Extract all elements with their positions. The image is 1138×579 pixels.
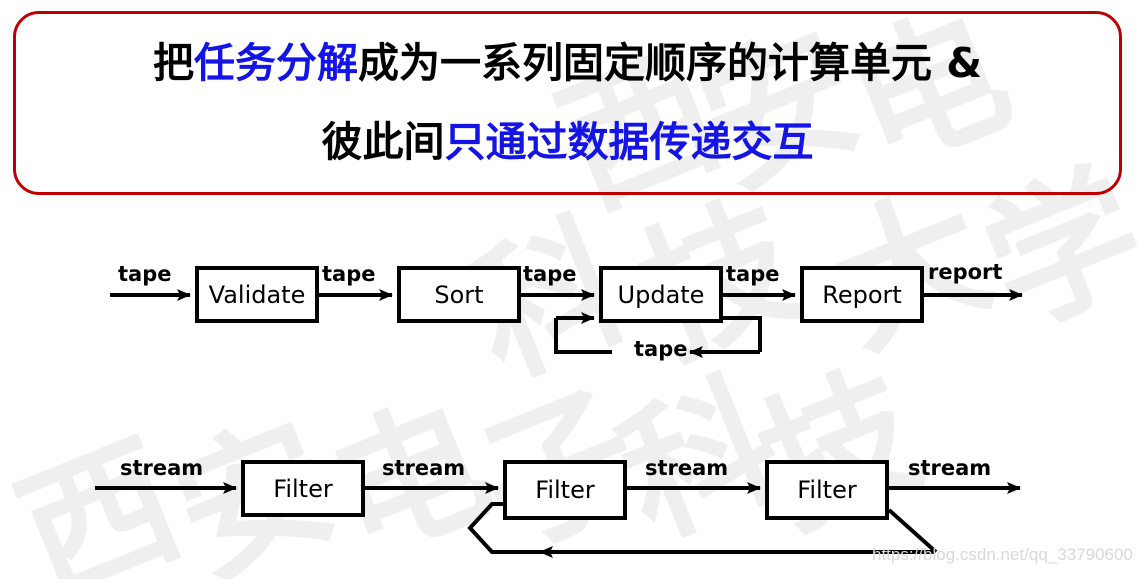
csdn-watermark-url: https://blog.csdn.net/qq_33790600 bbox=[872, 545, 1133, 564]
title-line-1-run-1: 任务分解 bbox=[193, 39, 358, 87]
process-box-validate-0[interactable]: Validate bbox=[195, 266, 319, 323]
diagram-batch-sequential: Validate Sort Update Report tape tape tape tape… bbox=[0, 200, 1138, 390]
process-box-filter-1[interactable]: Filter bbox=[503, 460, 627, 520]
process-box-label: Filter bbox=[535, 476, 595, 504]
process-box-label: Update bbox=[617, 280, 705, 309]
process-box-filter-2[interactable]: Filter bbox=[765, 460, 889, 520]
title-line-2: 彼此间只通过数据传递交互 bbox=[322, 122, 814, 163]
edge-label-stream-3: stream bbox=[908, 456, 992, 480]
process-box-label: Validate bbox=[208, 280, 306, 309]
process-box-label: Filter bbox=[797, 476, 857, 504]
process-box-filter-0[interactable]: Filter bbox=[241, 460, 365, 517]
edge-label-stream-1: stream bbox=[382, 456, 466, 480]
title-line-2-run-0: 彼此间 bbox=[321, 118, 445, 166]
process-box-update-2[interactable]: Update bbox=[599, 266, 723, 323]
title-line-1-run-2: 成为一系列固定顺序的计算单元 & bbox=[357, 39, 983, 87]
process-box-label: Filter bbox=[273, 474, 333, 503]
process-box-label: Sort bbox=[434, 280, 484, 309]
title-line-2-run-1: 只通过数据传递交互 bbox=[444, 118, 814, 166]
edge-label-stream-0: stream bbox=[120, 456, 204, 480]
slide-root: 科技大学西安电子科技西安电 https://blog.csdn.net/qq_3… bbox=[0, 0, 1138, 579]
edge-label-tape-5: tape bbox=[634, 337, 688, 361]
process-box-label: Report bbox=[822, 280, 902, 309]
edge-label-tape-3: tape bbox=[726, 262, 780, 286]
edge-label-tape-1: tape bbox=[322, 262, 376, 286]
process-box-sort-1[interactable]: Sort bbox=[397, 266, 521, 323]
title-line-1-run-0: 把 bbox=[152, 39, 194, 87]
pipeline-wires bbox=[110, 289, 1023, 358]
edge-label-stream-2: stream bbox=[645, 456, 729, 480]
process-box-report-3[interactable]: Report bbox=[800, 266, 924, 323]
edge-label-tape-2: tape bbox=[523, 262, 577, 286]
edge-label-tape-0: tape bbox=[118, 262, 172, 286]
title-line-1: 把任务分解成为一系列固定顺序的计算单元 & bbox=[153, 43, 982, 84]
edge-label-report-4: report bbox=[928, 260, 1003, 284]
title-banner: 把任务分解成为一系列固定顺序的计算单元 & 彼此间只通过数据传递交互 bbox=[13, 11, 1122, 195]
